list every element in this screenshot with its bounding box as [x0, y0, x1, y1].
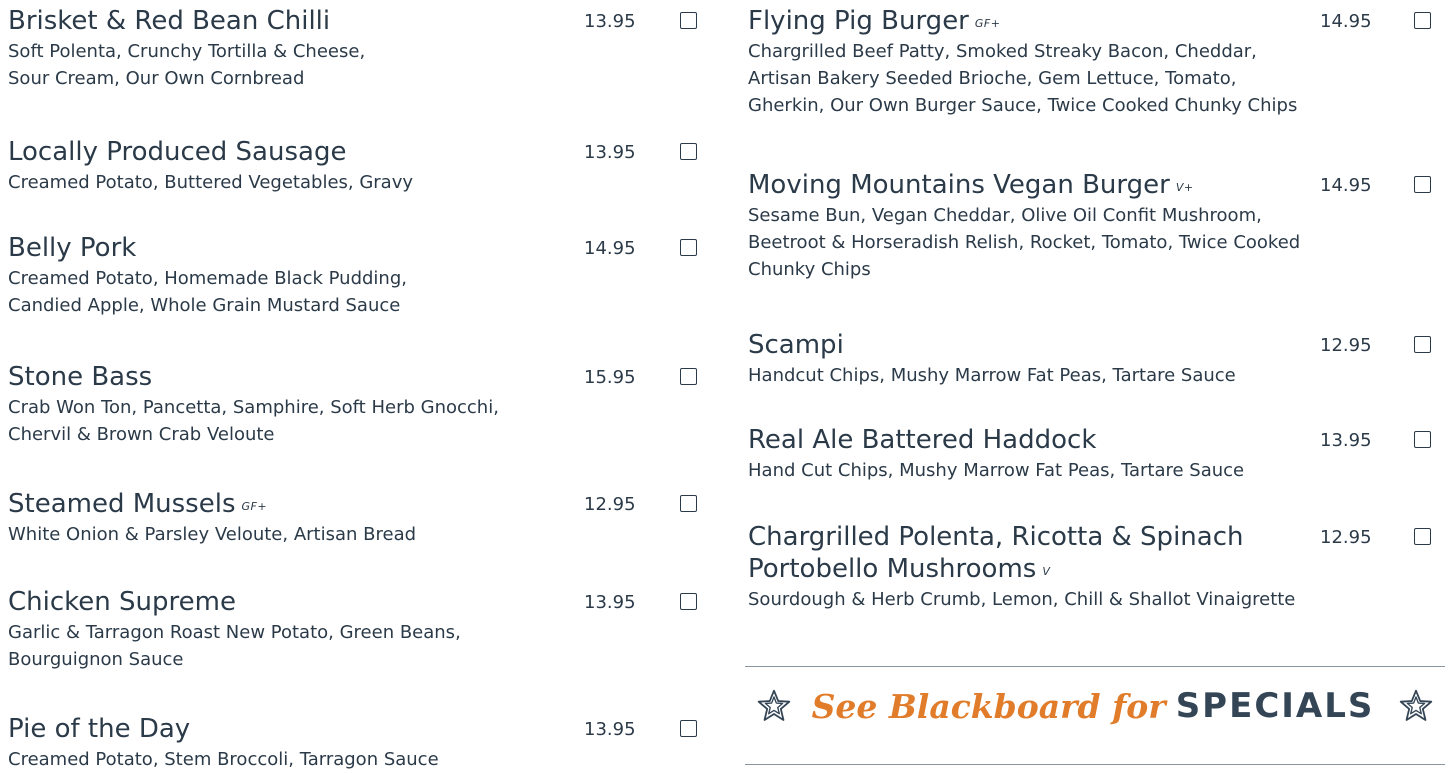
item-name: Moving Mountains Vegan Burger V+ [748, 170, 1194, 200]
divider-top [745, 666, 1445, 667]
select-checkbox[interactable] [680, 143, 697, 160]
item-price: 12.95 [1320, 335, 1372, 356]
item-description: Soft Polenta, Crunchy Tortilla & Cheese,… [8, 41, 366, 89]
item-name: Real Ale Battered Haddock [748, 425, 1097, 455]
item-description: Creamed Potato, Stem Broccoli, Tarragon … [8, 749, 439, 770]
item-name: Scampi [748, 330, 844, 360]
item-description: Garlic & Tarragon Roast New Potato, Gree… [8, 622, 461, 670]
item-price: 13.95 [584, 11, 636, 32]
select-checkbox[interactable] [1414, 12, 1431, 29]
specials-heading: SPECIALS [1175, 686, 1375, 726]
menu-item: Locally Produced Sausage 13.95 Creamed P… [8, 135, 708, 196]
select-checkbox[interactable] [680, 368, 697, 385]
item-name-continued: Portobello Mushrooms V [748, 554, 1051, 584]
item-name: Chargrilled Polenta, Ricotta & Spinach [748, 522, 1244, 552]
menu-item: Scampi 12.95 Handcut Chips, Mushy Marrow… [748, 328, 1448, 389]
menu-item: Moving Mountains Vegan Burger V+ 14.95 Se… [748, 168, 1448, 283]
menu-item: Pie of the Day 13.95 Creamed Potato, Ste… [8, 712, 708, 773]
item-price: 13.95 [1320, 430, 1372, 451]
item-price: 12.95 [584, 494, 636, 515]
item-name: Pie of the Day [8, 714, 191, 744]
select-checkbox[interactable] [680, 593, 697, 610]
item-name: Flying Pig Burger GF+ [748, 6, 1001, 36]
item-description: Sesame Bun, Vegan Cheddar, Olive Oil Con… [748, 205, 1301, 280]
item-description: Chargrilled Beef Patty, Smoked Streaky B… [748, 41, 1298, 116]
item-name: Stone Bass [8, 362, 153, 392]
item-description: Handcut Chips, Mushy Marrow Fat Peas, Ta… [748, 365, 1236, 386]
divider-bottom [745, 764, 1445, 765]
item-description: Creamed Potato, Buttered Vegetables, Gra… [8, 172, 414, 193]
item-price: 13.95 [584, 142, 636, 163]
select-checkbox[interactable] [1414, 336, 1431, 353]
diet-tag: V+ [1175, 181, 1194, 194]
select-checkbox[interactable] [1414, 528, 1431, 545]
menu-item: Flying Pig Burger GF+ 14.95 Chargrilled B… [748, 4, 1448, 119]
menu-item: Belly Pork 14.95 Creamed Potato, Homemad… [8, 231, 708, 319]
menu-item: Stone Bass 15.95 Crab Won Ton, Pancetta,… [8, 360, 708, 448]
menu-item: Chicken Supreme 13.95 Garlic & Tarragon … [8, 585, 708, 673]
select-checkbox[interactable] [1414, 176, 1431, 193]
item-name: Locally Produced Sausage [8, 137, 347, 167]
menu-item: Real Ale Battered Haddock 13.95 Hand Cut… [748, 423, 1448, 484]
item-price: 13.95 [584, 719, 636, 740]
diet-tag: V [1042, 565, 1051, 578]
item-price: 12.95 [1320, 527, 1372, 548]
item-price: 14.95 [1320, 175, 1372, 196]
star-outline-icon [756, 688, 792, 724]
select-checkbox[interactable] [680, 720, 697, 737]
menu-item: Steamed Mussels GF+ 12.95 White Onion & P… [8, 487, 708, 548]
diet-tag: GF+ [974, 17, 1001, 30]
item-name: Belly Pork [8, 233, 137, 263]
item-description: Creamed Potato, Homemade Black Pudding, … [8, 268, 407, 316]
item-name: Chicken Supreme [8, 587, 236, 617]
item-price: 13.95 [584, 592, 636, 613]
diet-tag: GF+ [241, 500, 268, 513]
item-description: White Onion & Parsley Veloute, Artisan B… [8, 524, 417, 545]
menu-item: Brisket & Red Bean Chilli 13.95 Soft Pol… [8, 4, 708, 92]
item-name: Brisket & Red Bean Chilli [8, 6, 331, 36]
specials-script-text: See Blackboard for [811, 686, 1166, 726]
specials-banner: See Blackboard for SPECIALS [745, 676, 1445, 736]
item-price: 15.95 [584, 367, 636, 388]
select-checkbox[interactable] [680, 495, 697, 512]
item-description: Crab Won Ton, Pancetta, Samphire, Soft H… [8, 397, 499, 445]
select-checkbox[interactable] [1414, 431, 1431, 448]
item-price: 14.95 [584, 238, 636, 259]
star-outline-icon [1398, 688, 1434, 724]
item-name: Steamed Mussels GF+ [8, 489, 268, 519]
item-price: 14.95 [1320, 11, 1372, 32]
item-description: Hand Cut Chips, Mushy Marrow Fat Peas, T… [748, 460, 1245, 481]
select-checkbox[interactable] [680, 12, 697, 29]
item-description: Sourdough & Herb Crumb, Lemon, Chill & S… [748, 589, 1296, 610]
menu-item: Chargrilled Polenta, Ricotta & Spinach P… [748, 520, 1448, 613]
select-checkbox[interactable] [680, 239, 697, 256]
